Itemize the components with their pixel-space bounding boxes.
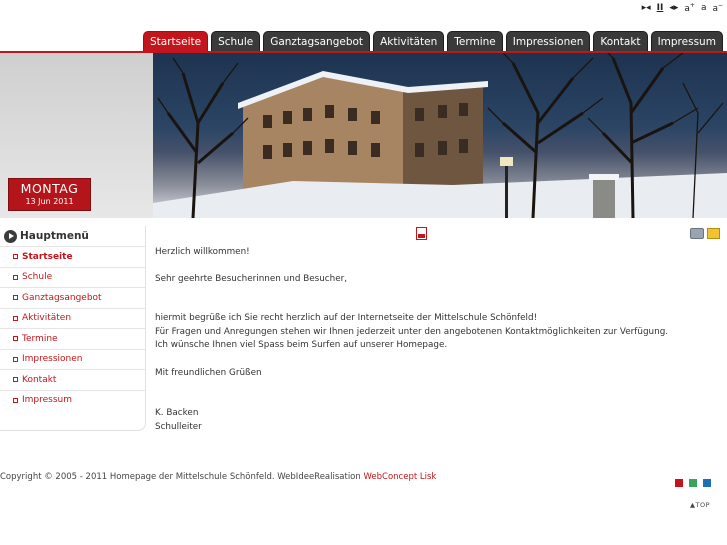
font-smaller-icon[interactable]: a− [712,2,723,14]
signature-name: K. Backen [155,408,199,418]
color-scheme-switcher [675,479,711,487]
body-line: Für Fragen und Anregungen stehen wir Ihn… [155,326,669,337]
tab-startseite[interactable]: Startseite [143,31,209,51]
tab-impressionen[interactable]: Impressionen [505,31,591,51]
bullet-square-icon [13,254,18,260]
tab-schule[interactable]: Schule [211,31,261,51]
font-larger-icon[interactable]: a+ [684,2,695,14]
sidebar-menu: Startseite Schule Ganztagsangebot Aktivi… [0,246,145,410]
sidebar-item-termine[interactable]: Termine [0,328,145,349]
tab-kontakt[interactable]: Kontakt [593,31,648,51]
sidebar-item-label: Ganztagsangebot [22,292,102,303]
bullet-square-icon [13,397,18,403]
pdf-icon[interactable] [416,227,427,240]
sidebar-item-label: Impressum [22,395,73,406]
sidebar-item-aktivitaeten[interactable]: Aktivitäten [0,307,145,329]
tab-termine[interactable]: Termine [447,31,503,51]
color-green-swatch[interactable] [689,479,697,487]
sidebar-item-label: Schule [22,272,53,283]
sidebar-header: Hauptmenü [0,226,145,246]
back-to-top-link[interactable]: ▲TOP [690,501,710,509]
arrow-circle-icon [4,229,17,243]
sidebar-item-label: Aktivitäten [22,313,72,324]
bullet-square-icon [13,295,18,301]
font-normal-icon[interactable]: a [701,3,707,13]
webconcept-link[interactable]: WebConcept Lisk [363,472,436,482]
sidebar-item-kontakt[interactable]: Kontakt [0,369,145,390]
bullet-square-icon [13,377,18,383]
welcome-heading: Herzlich willkommen! [155,247,250,257]
sidebar-item-startseite[interactable]: Startseite [0,246,145,267]
welcome-body: hiermit begrüße ich Sie recht herzlich a… [155,312,668,353]
header-photo [153,53,727,218]
bullet-square-icon [13,315,18,321]
sidebar-item-label: Impressionen [22,354,83,365]
print-icon[interactable] [690,228,704,239]
minus-sign: − [717,2,723,9]
tab-ganztagsangebot[interactable]: Ganztagsangebot [263,31,371,51]
greeting-text: Sehr geehrte Besucherinnen und Besucher, [155,274,348,284]
pause-icon[interactable]: II [657,3,664,13]
sidebar-title: Hauptmenü [20,230,89,242]
sidebar-item-impressionen[interactable]: Impressionen [0,348,145,370]
sidebar-item-label: Startseite [22,251,73,262]
bullet-square-icon [13,274,18,280]
closing-text: Mit freundlichen Grüßen [155,368,262,378]
sidebar-item-label: Termine [22,333,58,344]
footer: Copyright © 2005 - 2011 Homepage der Mit… [0,472,436,482]
signature: K. Backen Schulleiter [155,407,202,434]
utility-bar: ▸◂ II ◂▸ a+ a a− [642,2,723,14]
main-nav: Startseite Schule Ganztagsangebot Aktivi… [143,31,723,51]
signature-title: Schulleiter [155,421,202,432]
sidebar-item-impressum[interactable]: Impressum [0,389,145,411]
sidebar-item-label: Kontakt [22,374,57,385]
top-label: TOP [695,501,711,509]
date-day: MONTAG [20,181,79,196]
bullet-square-icon [13,356,18,362]
width-narrow-icon[interactable]: ▸◂ [642,3,651,13]
bullet-square-icon [13,336,18,342]
tab-aktivitaeten[interactable]: Aktivitäten [373,31,445,51]
plus-sign: + [689,2,695,9]
school-building-image [153,53,727,218]
sidebar-item-ganztagsangebot[interactable]: Ganztagsangebot [0,287,145,308]
tab-impressum[interactable]: Impressum [650,31,723,51]
sidebar-item-schule[interactable]: Schule [0,266,145,288]
date-box: MONTAG 13 Jun 2011 [8,178,91,211]
body-line: hiermit begrüße ich Sie recht herzlich a… [155,313,538,323]
body-line: Ich wünsche Ihnen viel Spass beim Surfen… [155,340,448,350]
date-date: 13 Jun 2011 [25,197,74,206]
email-icon[interactable] [707,228,720,239]
width-wide-icon[interactable]: ◂▸ [669,3,678,13]
sidebar: Hauptmenü Startseite Schule Ganztagsange… [0,226,146,431]
copyright-text: Copyright © 2005 - 2011 Homepage der Mit… [0,472,361,482]
color-blue-swatch[interactable] [703,479,711,487]
color-red-swatch[interactable] [675,479,683,487]
